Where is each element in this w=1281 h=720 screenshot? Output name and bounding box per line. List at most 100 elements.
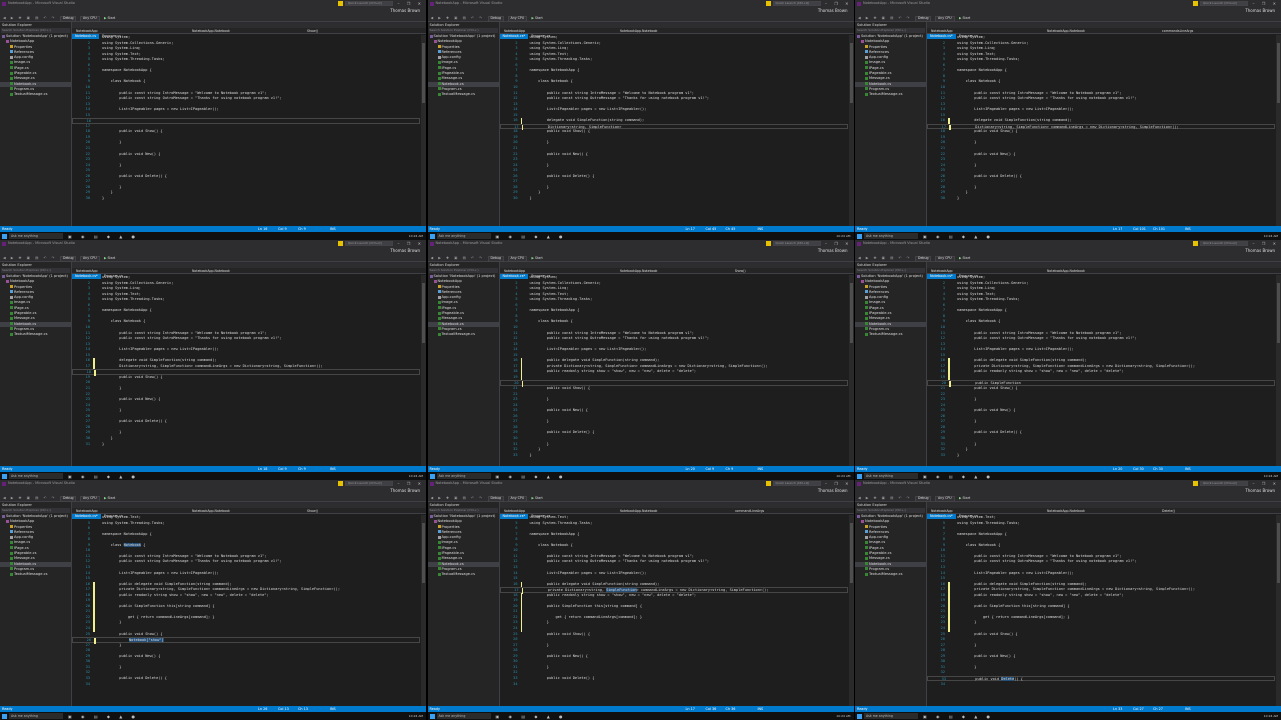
notification-flag-icon[interactable] xyxy=(338,241,343,246)
taskbar-search-input[interactable]: Ask me anything xyxy=(9,233,63,239)
vertical-scrollbar[interactable] xyxy=(421,515,426,706)
tree-node[interactable]: TextualMessage.cs xyxy=(855,572,926,577)
member-dropdown[interactable]: Delete() xyxy=(1162,508,1272,514)
quick-launch-input[interactable]: Quick Launch (Ctrl+Q) xyxy=(772,1,821,6)
taskbar-search-input[interactable]: Ask me anything xyxy=(864,473,918,479)
type-dropdown[interactable]: NotebookApp.Notebook xyxy=(620,28,730,34)
member-dropdown[interactable]: commandsLineArgs xyxy=(1162,28,1272,34)
window-controls[interactable]: – ❐ ✕ xyxy=(825,240,851,247)
code-line[interactable]: 34 xyxy=(500,682,848,688)
start-debugging-button[interactable]: ▶ Start xyxy=(104,256,115,261)
solution-explorer-search-input[interactable]: Search Solution Explorer (Ctrl+;) xyxy=(428,268,498,273)
taskbar-search-input[interactable]: Ask me anything xyxy=(864,713,918,719)
scrollbar-thumb[interactable] xyxy=(849,283,853,343)
code-area[interactable]: 1 using System; 2 using System.Collections.… xyxy=(927,35,1275,226)
code-area[interactable]: 1 using System; 2 using System.Collections.… xyxy=(499,275,848,466)
toolbar-buttons-icon[interactable]: ◀ ▶ ✚ ▣ ▤ ↶ ↷ xyxy=(431,256,484,260)
code-area[interactable]: 4 using System.Text; 5 using System.Threadi… xyxy=(927,515,1275,706)
taskbar-search-input[interactable]: Ask me anything xyxy=(436,233,491,239)
vertical-scrollbar[interactable] xyxy=(421,35,426,226)
code-line[interactable]: 33} xyxy=(500,453,848,459)
quick-launch-input[interactable]: Quick Launch (Ctrl+Q) xyxy=(345,1,393,6)
toolbar-buttons-icon[interactable]: ◀ ▶ ✚ ▣ ▤ ↶ ↷ xyxy=(858,256,911,260)
user-account[interactable]: Thomas Brown xyxy=(818,247,848,254)
quick-launch-input[interactable]: Quick Launch (Ctrl+Q) xyxy=(345,481,393,486)
taskbar-apps-icon[interactable]: ▣ ◉ ▤ ◆ ▲ ● xyxy=(496,234,567,239)
project-dropdown[interactable]: NotebookApp xyxy=(931,508,1027,514)
solution-explorer-search-input[interactable]: Search Solution Explorer (Ctrl+;) xyxy=(856,28,925,33)
taskbar-apps-icon[interactable]: ▣ ◉ ▤ ◆ ▲ ● xyxy=(923,474,994,479)
windows-start-icon[interactable] xyxy=(429,473,435,479)
toolbar-buttons-icon[interactable]: ◀ ▶ ✚ ▣ ▤ ↶ ↷ xyxy=(431,16,484,20)
windows-start-icon[interactable] xyxy=(857,473,862,479)
code-line[interactable]: 34 xyxy=(72,682,420,688)
taskbar-apps-icon[interactable]: ▣ ◉ ▤ ◆ ▲ ● xyxy=(923,714,994,719)
windows-start-icon[interactable] xyxy=(857,233,862,239)
tree-node[interactable]: TextualMessage.cs xyxy=(428,572,499,577)
project-dropdown[interactable]: NotebookApp xyxy=(931,268,1027,274)
notification-flag-icon[interactable] xyxy=(338,481,343,486)
taskbar-apps-icon[interactable]: ▣ ◉ ▤ ◆ ▲ ● xyxy=(496,474,567,479)
solution-explorer-search-input[interactable]: Search Solution Explorer (Ctrl+;) xyxy=(428,28,498,33)
notification-flag-icon[interactable] xyxy=(765,481,771,486)
window-controls[interactable]: – ❐ ✕ xyxy=(1253,480,1279,487)
code-line[interactable]: 34 xyxy=(927,682,1275,688)
quick-launch-input[interactable]: Quick Launch (Ctrl+Q) xyxy=(1200,241,1248,246)
solution-explorer-search-input[interactable]: Search Solution Explorer (Ctrl+;) xyxy=(856,268,925,273)
type-dropdown[interactable]: NotebookApp.Notebook xyxy=(1047,268,1157,274)
notification-flag-icon[interactable] xyxy=(1193,1,1198,6)
start-debugging-button[interactable]: ▶ Start xyxy=(532,496,543,501)
taskbar-search-input[interactable]: Ask me anything xyxy=(436,473,491,479)
project-dropdown[interactable]: NotebookApp xyxy=(504,268,600,274)
project-dropdown[interactable]: NotebookApp xyxy=(931,28,1027,34)
notification-flag-icon[interactable] xyxy=(765,1,771,6)
project-dropdown[interactable]: NotebookApp xyxy=(504,508,600,514)
notification-flag-icon[interactable] xyxy=(765,241,771,246)
vertical-scrollbar[interactable] xyxy=(421,275,426,466)
window-controls[interactable]: – ❐ ✕ xyxy=(825,0,851,7)
taskbar-apps-icon[interactable]: ▣ ◉ ▤ ◆ ▲ ● xyxy=(68,234,139,239)
taskbar-apps-icon[interactable]: ▣ ◉ ▤ ◆ ▲ ● xyxy=(68,714,139,719)
tree-node[interactable]: TextualMessage.cs xyxy=(428,92,499,97)
notification-flag-icon[interactable] xyxy=(1193,481,1198,486)
scrollbar-thumb[interactable] xyxy=(1277,43,1280,103)
quick-launch-input[interactable]: Quick Launch (Ctrl+Q) xyxy=(1200,481,1248,486)
scrollbar-thumb[interactable] xyxy=(849,43,853,103)
type-dropdown[interactable]: NotebookApp.Notebook xyxy=(620,268,730,274)
user-account[interactable]: Thomas Brown xyxy=(390,487,420,494)
scrollbar-thumb[interactable] xyxy=(422,283,425,343)
taskbar-apps-icon[interactable]: ▣ ◉ ▤ ◆ ▲ ● xyxy=(496,714,567,719)
user-account[interactable]: Thomas Brown xyxy=(818,7,848,14)
start-debugging-button[interactable]: ▶ Start xyxy=(532,256,543,261)
project-dropdown[interactable]: NotebookApp xyxy=(504,28,600,34)
code-line[interactable]: 31} xyxy=(72,442,420,448)
windows-start-icon[interactable] xyxy=(2,713,7,719)
start-debugging-button[interactable]: ▶ Start xyxy=(104,496,115,501)
member-dropdown[interactable]: commandLineArgs xyxy=(735,508,845,514)
vertical-scrollbar[interactable] xyxy=(1276,35,1281,226)
tree-node[interactable]: TextualMessage.cs xyxy=(0,92,71,97)
member-dropdown[interactable] xyxy=(1162,268,1272,274)
start-debugging-button[interactable]: ▶ Start xyxy=(104,16,115,21)
tree-node[interactable]: TextualMessage.cs xyxy=(0,332,71,337)
tree-node[interactable]: TextualMessage.cs xyxy=(855,332,926,337)
notification-flag-icon[interactable] xyxy=(338,1,343,6)
window-controls[interactable]: – ❐ ✕ xyxy=(398,480,424,487)
vertical-scrollbar[interactable] xyxy=(848,275,854,466)
quick-launch-input[interactable]: Quick Launch (Ctrl+Q) xyxy=(1200,1,1248,6)
vertical-scrollbar[interactable] xyxy=(848,515,854,706)
toolbar-buttons-icon[interactable]: ◀ ▶ ✚ ▣ ▤ ↶ ↷ xyxy=(3,16,56,20)
member-dropdown[interactable]: Show() xyxy=(307,28,417,34)
solution-explorer-search-input[interactable]: Search Solution Explorer (Ctrl+;) xyxy=(856,508,925,513)
tree-node[interactable]: TextualMessage.cs xyxy=(855,92,926,97)
user-account[interactable]: Thomas Brown xyxy=(1245,487,1275,494)
scrollbar-thumb[interactable] xyxy=(1277,283,1280,343)
solution-explorer-search-input[interactable]: Search Solution Explorer (Ctrl+;) xyxy=(1,28,70,33)
scrollbar-thumb[interactable] xyxy=(422,523,425,583)
user-account[interactable]: Thomas Brown xyxy=(390,7,420,14)
window-controls[interactable]: – ❐ ✕ xyxy=(1253,0,1279,7)
user-account[interactable]: Thomas Brown xyxy=(1245,247,1275,254)
quick-launch-input[interactable]: Quick Launch (Ctrl+Q) xyxy=(772,481,821,486)
user-account[interactable]: Thomas Brown xyxy=(818,487,848,494)
solution-explorer-search-input[interactable]: Search Solution Explorer (Ctrl+;) xyxy=(1,508,70,513)
